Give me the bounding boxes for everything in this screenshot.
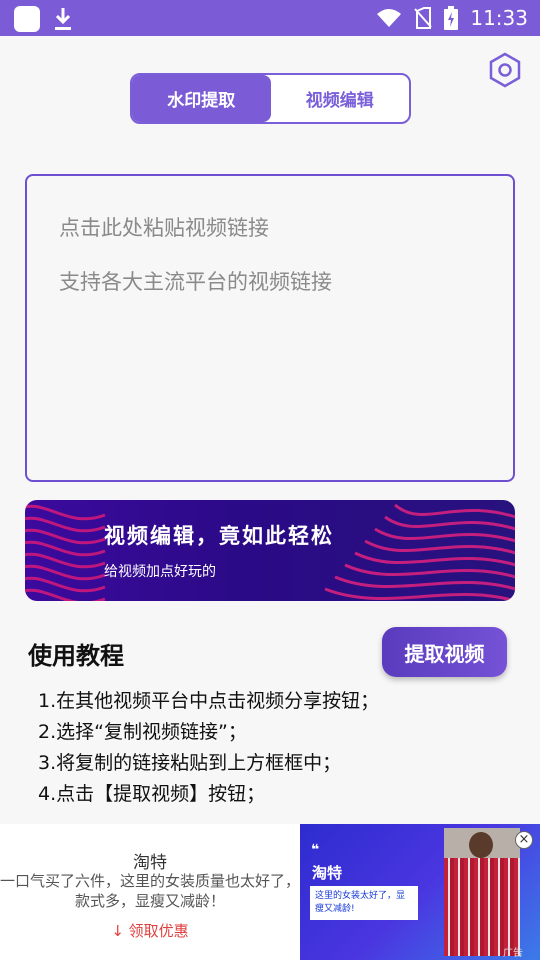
- clock: 11:33: [470, 6, 528, 30]
- mode-tabs: 水印提取 视频编辑: [130, 73, 411, 124]
- status-icons: 11:33: [376, 0, 528, 36]
- tutorial-step: 4.点击【提取视频】按钮；: [38, 783, 266, 805]
- extract-video-button[interactable]: 提取视频: [382, 627, 507, 677]
- tutorial-steps: 1.在其他视频平台中点击视频分享按钮； 2.选择“复制视频链接”； 3.将复制的…: [38, 686, 379, 810]
- status-bar: 11:33: [0, 0, 540, 36]
- tutorial-step: 3.将复制的链接粘贴到上方框框中；: [38, 752, 342, 774]
- placeholder-supported-platforms: 支持各大主流平台的视频链接: [59, 270, 332, 294]
- ad-close-icon[interactable]: ×: [515, 831, 533, 849]
- download-icon: [55, 8, 71, 30]
- model-head: [469, 832, 493, 858]
- placeholder-paste-link: 点击此处粘贴视频链接: [59, 216, 269, 240]
- model-dress: [444, 858, 520, 956]
- ad-image-quote: 这里的女装太好了，显瘦又减龄!: [310, 886, 418, 920]
- tab-video-edit[interactable]: 视频编辑: [271, 75, 410, 122]
- download-arrow-icon: ↓: [111, 922, 124, 940]
- settings-hexagon-icon[interactable]: [488, 52, 522, 88]
- ad-label: 广告: [503, 948, 523, 959]
- quote-icon: ❝: [311, 842, 320, 858]
- app-icon: [14, 6, 40, 32]
- ad-image[interactable]: ❝ 淘特 这里的女装太好了，显瘦又减龄!: [300, 824, 540, 960]
- banner-subtitle: 给视频加点好玩的: [104, 564, 216, 580]
- no-sim-icon: [414, 7, 433, 29]
- banner-title: 视频编辑，竟如此轻松: [104, 524, 334, 548]
- ad-brand: 淘特: [133, 853, 167, 873]
- video-edit-banner[interactable]: 视频编辑，竟如此轻松 给视频加点好玩的: [25, 500, 515, 601]
- tab-watermark-extract[interactable]: 水印提取: [132, 75, 271, 122]
- ad-image-brand: 淘特: [312, 864, 343, 882]
- video-link-input[interactable]: 点击此处粘贴视频链接 支持各大主流平台的视频链接: [25, 174, 515, 482]
- ad-model-photo: [444, 828, 520, 956]
- battery-icon: [444, 6, 459, 30]
- ad-banner[interactable]: 淘特 一口气买了六件，这里的女装质量也太好了，款式多，显瘦又减龄！ ↓ 领取优惠…: [0, 824, 540, 960]
- banner-wave-decoration: [25, 503, 515, 601]
- ad-description: 一口气买了六件，这里的女装质量也太好了，款式多，显瘦又减龄！: [0, 872, 301, 910]
- tutorial-step: 1.在其他视频平台中点击视频分享按钮；: [38, 690, 380, 712]
- ad-cta-label: 领取优惠: [128, 922, 189, 940]
- tutorial-step: 2.选择“复制视频链接”；: [38, 721, 247, 743]
- wifi-icon: [377, 9, 402, 27]
- tutorial-title: 使用教程: [28, 642, 124, 670]
- ad-claim-offer-link[interactable]: ↓ 领取优惠: [0, 920, 300, 941]
